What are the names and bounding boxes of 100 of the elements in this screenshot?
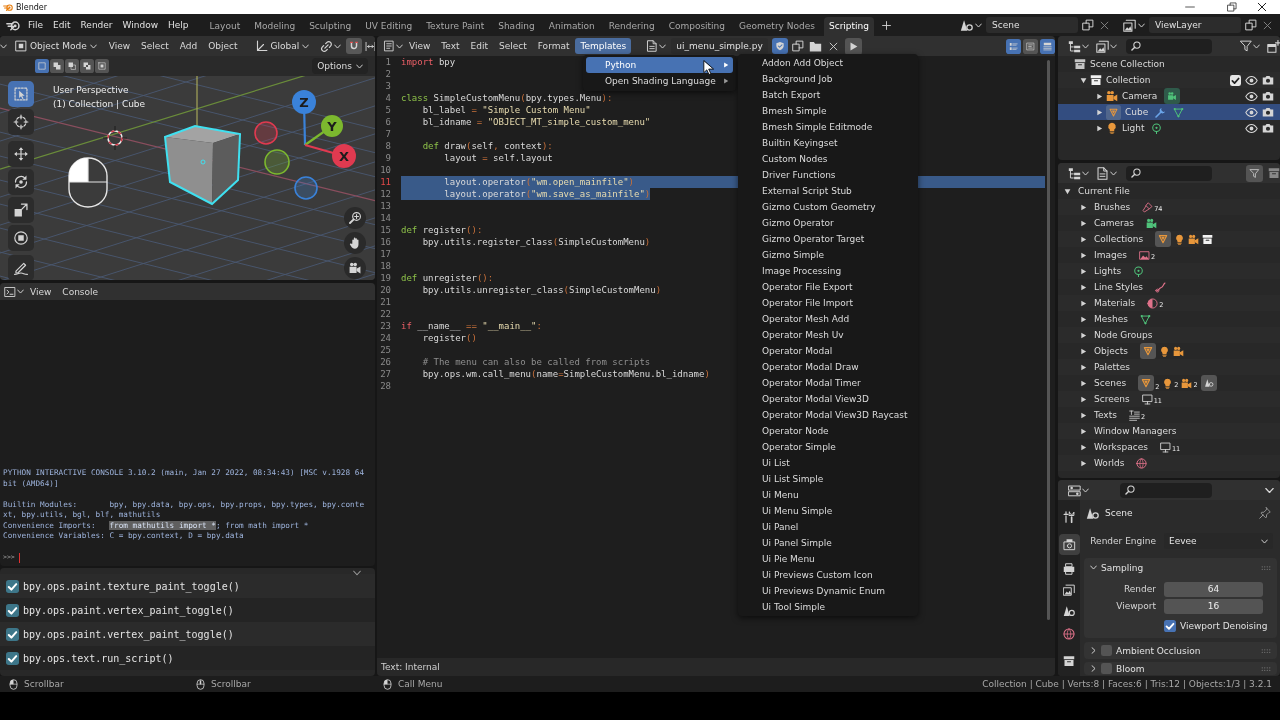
play-icon[interactable] (844, 37, 862, 55)
search-field[interactable] (1126, 38, 1212, 54)
eye-icon[interactable] (1245, 121, 1258, 135)
magnet-icon[interactable] (346, 38, 363, 54)
triangle-right-icon[interactable] (1080, 251, 1087, 259)
scene-name-field[interactable]: Scene (986, 17, 1078, 33)
triangle-right-icon[interactable] (1096, 108, 1103, 116)
pencil-icon[interactable] (8, 255, 34, 280)
number-field[interactable]: 64 (1164, 581, 1263, 597)
menu-item[interactable]: Ui Panel Simple (738, 535, 918, 551)
menu-item[interactable]: Bmesh Simple (738, 103, 918, 119)
menu-item[interactable]: Operator Mesh Add (738, 311, 918, 327)
workspace-tab[interactable]: Compositing (663, 17, 731, 36)
camera-icon[interactable] (1262, 74, 1274, 86)
transform-icon[interactable] (8, 225, 34, 251)
crosshair-icon[interactable] (102, 125, 128, 151)
mode-dropdown[interactable]: Object Mode (13, 38, 99, 54)
menu-item[interactable]: Addon Add Object (738, 55, 918, 71)
menu-item[interactable]: Operator Modal (738, 343, 918, 359)
tools-icon[interactable] (1063, 510, 1075, 523)
image-stack-icon[interactable] (1063, 583, 1075, 596)
menu-button[interactable]: View (404, 38, 436, 54)
chevron-down-icon[interactable] (353, 569, 361, 577)
funnel-icon[interactable] (1240, 40, 1252, 52)
checkbox[interactable] (6, 603, 19, 617)
console-icon[interactable] (4, 285, 16, 298)
menu-item[interactable]: Operator Modal Timer (738, 375, 918, 391)
triangle-right-icon[interactable] (1080, 395, 1087, 403)
app-logo-icon[interactable] (6, 18, 20, 32)
orientation-dropdown[interactable]: Global (253, 38, 312, 54)
copy-icon[interactable] (1245, 19, 1257, 31)
menu-item[interactable]: Bmesh Simple Editmode (738, 119, 918, 135)
funnel-icon[interactable] (1246, 164, 1263, 182)
triangle-right-icon[interactable] (1080, 299, 1087, 307)
tree-list-icon[interactable] (1068, 166, 1081, 180)
cube-drawing[interactable] (163, 124, 242, 206)
triangle-right-icon[interactable] (1080, 363, 1087, 371)
image-stack-icon[interactable] (1096, 39, 1109, 53)
shapes-icon[interactable] (1063, 604, 1075, 617)
workspace-tab[interactable]: Layout (204, 17, 246, 36)
menu-item[interactable]: Gizmo Simple (738, 247, 918, 263)
globe-icon[interactable] (1063, 627, 1075, 640)
menu-item[interactable]: Gizmo Operator (738, 215, 918, 231)
checkbox[interactable] (1101, 663, 1112, 674)
workspace-tab[interactable]: Texture Paint (421, 17, 490, 36)
axis-handle[interactable]: Y (304, 115, 343, 146)
menu-item[interactable]: Open Shading Language (586, 73, 733, 89)
triangle-right-icon[interactable] (1080, 459, 1087, 467)
triangle-down-icon[interactable] (1080, 76, 1087, 84)
menu-item[interactable]: Ui List (738, 455, 918, 471)
menu-button[interactable]: Add (174, 38, 203, 54)
camera-icon[interactable] (1262, 106, 1274, 118)
checkbox[interactable] (1164, 620, 1176, 632)
workspace-tab[interactable]: Rendering (603, 17, 660, 36)
checkbox[interactable] (6, 627, 19, 641)
menu-button[interactable]: Format (532, 38, 575, 54)
triangle-down-icon[interactable] (1064, 187, 1071, 195)
menu-item[interactable]: Ui Menu Simple (738, 503, 918, 519)
workspace-tab[interactable]: Sculpting (304, 17, 357, 36)
workspace-tab[interactable]: Shading (493, 17, 540, 36)
workspace-tab[interactable]: Scripting (823, 17, 874, 36)
triangle-right-icon[interactable] (1096, 124, 1103, 132)
document-icon[interactable] (1096, 166, 1109, 180)
chevron-down-icon[interactable] (1082, 42, 1089, 50)
menu-item[interactable]: Python (586, 57, 733, 73)
checkbox[interactable] (1230, 74, 1241, 86)
menu-item[interactable]: Ui Pie Menu (738, 551, 918, 567)
checkbox[interactable] (6, 579, 19, 593)
menu-button[interactable]: View (25, 283, 57, 300)
scale-icon[interactable] (8, 197, 34, 223)
menu-item[interactable]: Operator Modal View3D (738, 391, 918, 407)
chevron-down-icon[interactable] (1110, 169, 1117, 177)
tree-row[interactable]: Cube (1058, 104, 1280, 120)
restore-icon[interactable] (1227, 2, 1237, 12)
menu-item[interactable]: Ui Previews Custom Icon (738, 567, 918, 583)
wrap-lines-icon[interactable] (1023, 38, 1038, 54)
chevron-down-icon[interactable] (1265, 485, 1274, 495)
chevron-down-icon[interactable] (1110, 42, 1117, 50)
menu-button[interactable]: Help (163, 18, 194, 32)
menu-button[interactable]: File (23, 18, 49, 32)
menu-item[interactable]: Operator File Import (738, 295, 918, 311)
triangle-right-icon[interactable] (1080, 347, 1087, 355)
triangle-right-icon[interactable] (1080, 379, 1087, 387)
workspace-tab[interactable]: Geometry Nodes (734, 17, 820, 36)
axis-handle-icon[interactable] (264, 149, 290, 175)
close-icon[interactable] (1257, 2, 1267, 12)
menu-item[interactable]: Ui Previews Dynamic Enum (738, 583, 918, 599)
box-icon[interactable] (1063, 654, 1075, 667)
panel-title[interactable]: Sampling (1101, 562, 1144, 573)
workspace-tab[interactable]: UV Editing (360, 17, 418, 36)
link-icon[interactable] (320, 39, 334, 53)
copy-icon[interactable] (1082, 19, 1094, 31)
axis-handle[interactable]: X (304, 143, 356, 168)
chevron-down-icon[interactable] (659, 42, 667, 50)
squares-difference-icon[interactable] (80, 59, 94, 73)
menu-item[interactable]: Operator Node (738, 423, 918, 439)
camera-icon[interactable] (1262, 90, 1274, 102)
menu-button[interactable]: Window (117, 18, 164, 32)
eye-icon[interactable] (1245, 89, 1258, 103)
chevron-down-icon[interactable] (975, 21, 982, 29)
